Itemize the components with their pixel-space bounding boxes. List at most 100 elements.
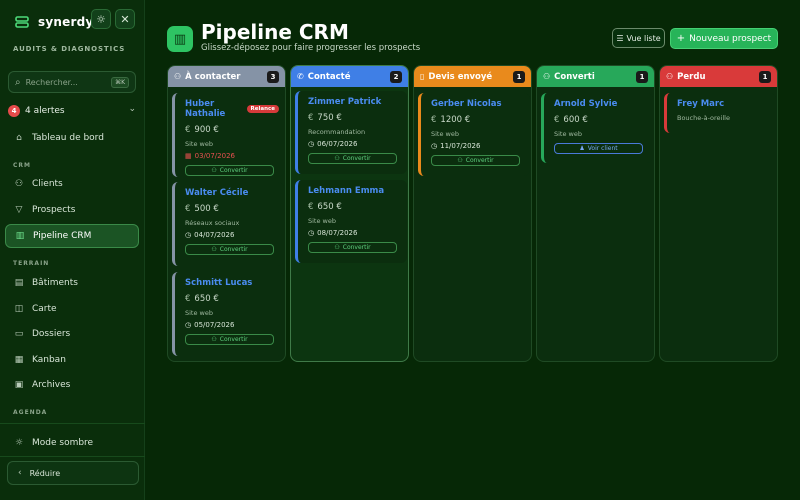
clock-icon: ◷	[308, 229, 315, 237]
alerts-toggle[interactable]: 4 4 alertes ⌄	[8, 104, 138, 118]
prospect-name[interactable]: Frey Marc	[677, 99, 724, 109]
prospect-name[interactable]: Huber Nathalie	[185, 99, 247, 119]
prospect-card[interactable]: Walter Cécile €500 € Réseaux sociaux ◷ 04…	[172, 182, 284, 266]
prospect-name-row: Zimmer Patrick	[308, 97, 402, 107]
prospect-name-row: Frey Marc	[677, 99, 771, 109]
prospect-card[interactable]: Schmitt Lucas €650 € Site web ◷ 05/07/202…	[172, 272, 284, 356]
user-check-icon: ⚇	[457, 157, 463, 164]
column-title: À contacter	[185, 71, 241, 82]
brand[interactable]: synerdys	[12, 12, 101, 32]
column-header: ▯ Devis envoyé 1	[414, 66, 531, 87]
convert-button[interactable]: ⚇ Convertir	[185, 165, 274, 176]
pipeline-icon: ▥	[15, 231, 25, 241]
column-title: Converti	[554, 71, 595, 82]
theme-toggle-button[interactable]: ☼	[91, 9, 111, 29]
prospect-amount-row: €600 €	[554, 115, 648, 125]
prospect-date: 08/07/2026	[317, 229, 358, 237]
building-icon: ▤	[14, 278, 24, 288]
new-prospect-button[interactable]: + Nouveau prospect	[670, 28, 778, 49]
folder-icon: ▭	[14, 329, 24, 339]
convert-button[interactable]: ⚇ Convertir	[308, 153, 397, 164]
section-label-terrain: TERRAIN	[13, 260, 50, 267]
prospect-date-row: ◷ 06/07/2026	[308, 140, 402, 148]
prospect-amount: 900 €	[194, 125, 219, 135]
kanban-column-perdu[interactable]: ⚇ Perdu 1 Frey Marc Bouche-à-oreille	[659, 65, 778, 362]
relance-badge: Relance	[246, 105, 279, 113]
prospect-name[interactable]: Lehmann Emma	[308, 186, 384, 196]
kanban-column-devis-envoye[interactable]: ▯ Devis envoyé 1 Gerber Nicolas €1200 € …	[413, 65, 532, 362]
view-client-label: Voir client	[587, 145, 618, 152]
view-client-button[interactable]: ♟ Voir client	[554, 143, 643, 154]
kanban-column-contacte[interactable]: ✆ Contacté 2 Zimmer Patrick €750 € Recom…	[290, 65, 409, 362]
convert-button[interactable]: ⚇ Convertir	[308, 242, 397, 253]
euro-icon: €	[308, 113, 314, 123]
sidebar-item-label: Dossiers	[32, 329, 71, 339]
convert-button[interactable]: ⚇ Convertir	[185, 244, 274, 255]
kanban-column-converti[interactable]: ⚇ Converti 1 Arnold Sylvie €600 € Site w…	[536, 65, 655, 362]
dark-mode-toggle[interactable]: ☼ Mode sombre	[5, 431, 139, 455]
prospect-date: 04/07/2026	[194, 231, 235, 239]
close-sidebar-button[interactable]: ✕	[115, 9, 135, 29]
prospect-amount-row: €650 €	[308, 202, 402, 212]
sidebar-item-label: Prospects	[32, 205, 76, 215]
prospect-card[interactable]: Zimmer Patrick €750 € Recommandation ◷ 06…	[295, 91, 407, 174]
user-check-icon: ⚇	[334, 155, 340, 162]
prospect-date: 06/07/2026	[317, 140, 358, 148]
sidebar-item-batiments[interactable]: ▤ Bâtiments	[5, 271, 139, 295]
convert-label: Convertir	[219, 246, 248, 253]
search-input[interactable]	[25, 77, 112, 87]
prospect-date-row: ◷ 05/07/2026	[185, 321, 279, 329]
sidebar-item-label: Archives	[32, 380, 71, 390]
sidebar-item-clients[interactable]: ⚇ Clients	[5, 172, 139, 196]
sidebar-item-dashboard[interactable]: ⌂ Tableau de bord	[5, 126, 139, 150]
column-title: Perdu	[677, 71, 706, 82]
prospect-amount: 500 €	[194, 204, 219, 214]
sidebar-item-prospects[interactable]: ▽ Prospects	[5, 198, 139, 222]
prospect-amount-row: €500 €	[185, 204, 279, 214]
plus-icon: +	[676, 33, 686, 44]
prospect-name[interactable]: Schmitt Lucas	[185, 278, 252, 288]
document-icon: ▯	[420, 72, 425, 81]
sidebar-item-kanban[interactable]: ▦ Kanban	[5, 348, 139, 372]
chevron-left-icon: ‹	[18, 468, 22, 478]
prospect-name[interactable]: Walter Cécile	[185, 188, 248, 198]
page-title: Pipeline CRM	[201, 20, 349, 44]
prospect-source: Site web	[185, 309, 213, 317]
prospect-name[interactable]: Gerber Nicolas	[431, 99, 502, 109]
prospect-card[interactable]: Gerber Nicolas €1200 € Site web ◷ 11/07/2…	[418, 93, 530, 176]
prospect-card[interactable]: Huber Nathalie Relance €900 € Site web ▦…	[172, 93, 284, 177]
kanban-column-a-contacter[interactable]: ⚇ À contacter 3 Huber Nathalie Relance €…	[167, 65, 286, 362]
prospect-amount-row: €650 €	[185, 294, 279, 304]
sidebar-item-pipeline[interactable]: ▥ Pipeline CRM	[5, 224, 139, 248]
reduce-sidebar-button[interactable]: ‹ Réduire	[7, 461, 139, 485]
sidebar-item-label: Bâtiments	[32, 278, 78, 288]
users-icon: ⚇	[14, 179, 24, 189]
list-view-button[interactable]: ☰ Vue liste	[612, 28, 665, 48]
calendar-icon: ▦	[185, 152, 192, 160]
prospect-date-row: ◷ 08/07/2026	[308, 229, 402, 237]
prospect-amount-row: €1200 €	[431, 115, 525, 125]
reduce-label: Réduire	[29, 468, 61, 478]
convert-button[interactable]: ⚇ Convertir	[431, 155, 520, 166]
new-prospect-label: Nouveau prospect	[689, 33, 772, 44]
sidebar-item-archives[interactable]: ▣ Archives	[5, 373, 139, 397]
user-check-icon: ⚇	[334, 244, 340, 251]
sidebar-item-dossiers[interactable]: ▭ Dossiers	[5, 322, 139, 346]
clock-icon: ◷	[431, 142, 438, 150]
sidebar-item-carte[interactable]: ◫ Carte	[5, 297, 139, 321]
prospect-name[interactable]: Zimmer Patrick	[308, 97, 381, 107]
prospect-name[interactable]: Arnold Sylvie	[554, 99, 617, 109]
prospect-amount: 750 €	[317, 113, 342, 123]
convert-label: Convertir	[465, 157, 494, 164]
prospect-card[interactable]: Lehmann Emma €650 € Site web ◷ 08/07/2026…	[295, 180, 407, 263]
prospect-amount: 1200 €	[440, 115, 471, 125]
prospect-card[interactable]: Arnold Sylvie €600 € Site web ♟ Voir clie…	[541, 93, 653, 163]
prospect-source: Réseaux sociaux	[185, 219, 240, 227]
convert-button[interactable]: ⚇ Convertir	[185, 334, 274, 345]
section-label-agenda: AGENDA	[13, 409, 48, 416]
sun-icon: ☼	[96, 12, 106, 26]
prospect-card[interactable]: Frey Marc Bouche-à-oreille	[664, 93, 776, 133]
clock-icon: ◷	[185, 321, 192, 329]
search-box[interactable]: ⌕ ⌘K	[8, 71, 136, 93]
user-plus-icon: ⚇	[174, 72, 182, 81]
